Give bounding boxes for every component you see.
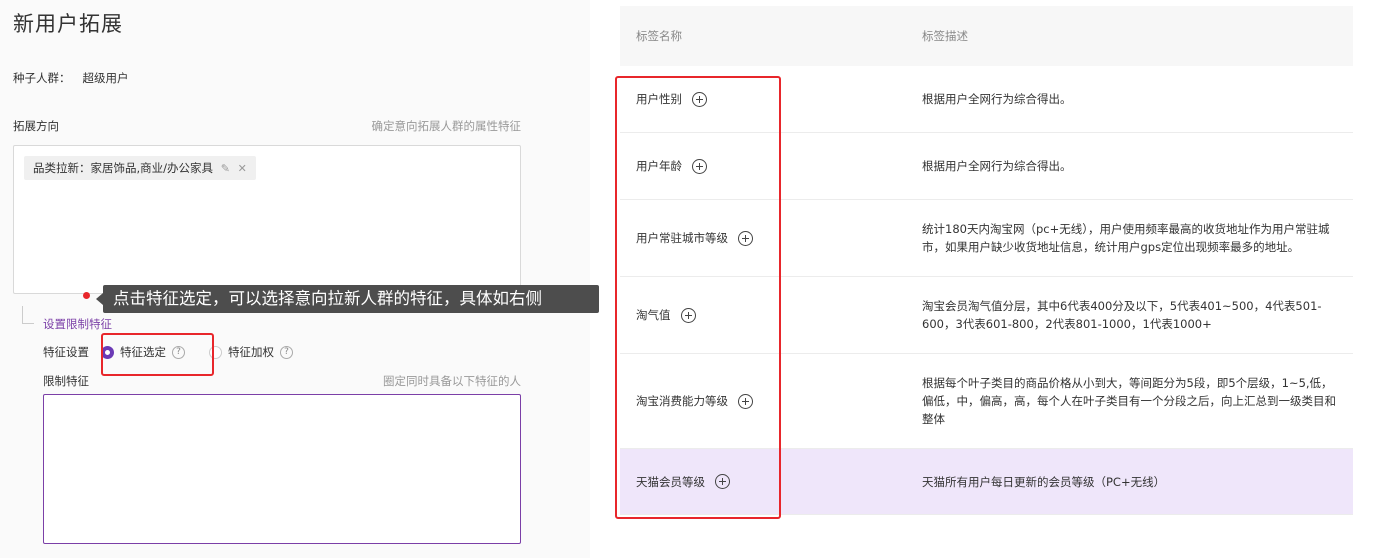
limit-feature-box[interactable] bbox=[43, 394, 521, 544]
tag-desc: 根据用户全网行为综合得出。 bbox=[922, 92, 1072, 106]
left-panel: 新用户拓展 种子人群： 超级用户 拓展方向 确定意向拓展人群的属性特征 品类拉新：… bbox=[0, 0, 590, 558]
seed-label: 种子人群： bbox=[13, 71, 71, 85]
direction-chip[interactable]: 品类拉新：家居饰品,商业/办公家具 ✎ ✕ bbox=[24, 156, 256, 180]
tree-bracket bbox=[22, 306, 34, 324]
table-header: 标签名称 标签描述 bbox=[620, 6, 1353, 66]
limit-hint: 圈定同时具备以下特征的人 bbox=[383, 374, 521, 388]
annotation-dot bbox=[83, 292, 90, 299]
help-icon[interactable]: ? bbox=[280, 345, 293, 359]
highlight-box-feature-select bbox=[101, 333, 214, 376]
tag-desc: 根据每个叶子类目的商品价格从小到大，等间距分为5段，即5个层级，1~5,低，偏低… bbox=[922, 376, 1336, 426]
set-limit-feature-link[interactable]: 设置限制特征 bbox=[43, 316, 112, 332]
tag-desc: 天猫所有用户每日更新的会员等级（PC+无线） bbox=[922, 474, 1166, 489]
tag-desc: 淘宝会员淘气值分层，其中6代表400分及以下，5代表401~500，4代表501… bbox=[922, 299, 1322, 331]
direction-tag-box[interactable]: 品类拉新：家居饰品,商业/办公家具 ✎ ✕ bbox=[13, 145, 521, 294]
direction-row: 拓展方向 确定意向拓展人群的属性特征 bbox=[13, 118, 521, 134]
chip-label: 品类拉新：家居饰品,商业/办公家具 bbox=[33, 161, 214, 175]
option-weight-label: 特征加权 bbox=[228, 345, 274, 359]
tooltip-arrow bbox=[96, 293, 103, 305]
seed-row: 种子人群： 超级用户 bbox=[13, 70, 129, 86]
direction-label: 拓展方向 bbox=[13, 119, 59, 133]
limit-label: 限制特征 bbox=[43, 374, 89, 388]
annotation-tooltip: 点击特征选定，可以选择意向拉新人群的特征，具体如右侧 bbox=[103, 285, 599, 313]
header-tag-desc: 标签描述 bbox=[922, 29, 968, 43]
close-icon[interactable]: ✕ bbox=[238, 162, 247, 175]
direction-hint: 确定意向拓展人群的属性特征 bbox=[371, 119, 522, 133]
page-title: 新用户拓展 bbox=[13, 12, 123, 36]
tag-desc: 统计180天内淘宝网（pc+无线），用户使用频率最高的收货地址作为用户常驻城市，… bbox=[922, 222, 1330, 254]
edit-icon[interactable]: ✎ bbox=[221, 162, 230, 175]
seed-value: 超级用户 bbox=[82, 71, 129, 85]
feature-setting-label: 特征设置 bbox=[43, 345, 89, 359]
highlight-box-tag-names bbox=[615, 76, 781, 519]
header-tag-name: 标签名称 bbox=[636, 29, 682, 43]
option-feature-weight[interactable]: 特征加权 ? bbox=[209, 344, 293, 360]
tag-desc: 根据用户全网行为综合得出。 bbox=[922, 159, 1072, 173]
